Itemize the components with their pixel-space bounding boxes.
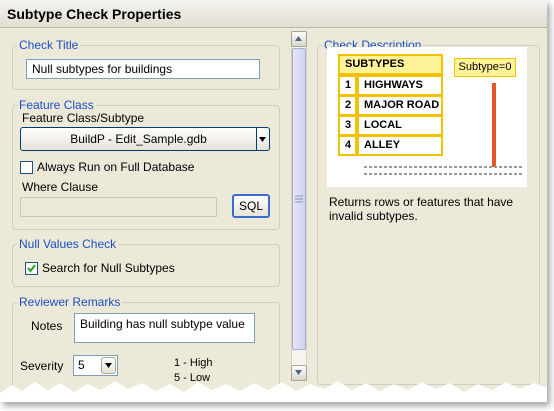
subtype-name-4: ALLEY [357, 135, 443, 156]
check-title-input[interactable] [26, 59, 260, 79]
feature-class-legend: Feature Class [19, 98, 94, 112]
subtype-name-text: ALLEY [364, 139, 401, 151]
torn-edge [0, 381, 547, 402]
subtype-name-3: LOCAL STREETS [357, 115, 443, 148]
subtype-name-2: MAJOR ROAD [357, 95, 443, 116]
severity-high-hint: 1 - High [174, 357, 213, 369]
subtype-code-text: 3 [345, 119, 352, 131]
reviewer-remarks-legend: Reviewer Remarks [19, 295, 121, 309]
sql-button[interactable]: SQL [232, 194, 270, 218]
subtype-name-text: MAJOR ROAD [364, 99, 440, 111]
grip-icon [295, 195, 303, 203]
sql-button-label: SQL [238, 199, 263, 213]
subtype-code-text: 4 [345, 139, 352, 151]
dialog-window: Subtype Check Properties Check Title Fea… [0, 0, 547, 402]
always-run-label: Always Run on Full Database [37, 160, 195, 174]
where-clause-input[interactable] [20, 197, 217, 217]
severity-value: 5 [78, 358, 85, 372]
subtypes-header: SUBTYPES [338, 54, 443, 75]
subtype-code-1: 1 [338, 75, 357, 96]
always-run-checkbox[interactable] [20, 161, 33, 174]
checkmark-icon [27, 264, 36, 273]
subtype-code-text: 1 [345, 79, 352, 91]
notes-input[interactable] [74, 313, 255, 343]
subtype-code-text: 2 [345, 99, 352, 111]
subtypes-header-label: SUBTYPES [345, 58, 405, 70]
null-subtypes-label: Search for Null Subtypes [42, 261, 175, 275]
subtype-code-2: 2 [338, 95, 357, 116]
null-subtypes-checkbox[interactable] [25, 262, 38, 275]
feature-class-dropdown[interactable]: BuildP - Edit_Sample.gdb [20, 127, 257, 151]
check-title-legend: Check Title [19, 38, 79, 52]
scroll-up-button[interactable] [291, 31, 307, 47]
notes-label: Notes [31, 319, 63, 333]
road-graphic [364, 166, 524, 175]
where-clause-label: Where Clause [22, 180, 99, 194]
subtype-name-text: HIGHWAYS [364, 79, 423, 91]
feature-line [492, 83, 496, 167]
subtype-code-3: 3 [338, 115, 357, 136]
subtype-badge: Subtype=0 [454, 58, 516, 77]
feature-class-label: Feature Class/Subtype [22, 111, 145, 125]
description-graphic: SUBTYPES 1 HIGHWAYS 2 MAJOR ROAD 3 LOCAL… [327, 47, 527, 187]
null-values-legend: Null Values Check [19, 237, 117, 251]
subtype-code-4: 4 [338, 135, 357, 156]
triangle-up-icon [295, 36, 302, 41]
title-bar: Subtype Check Properties [0, 0, 547, 28]
subtype-name-1: HIGHWAYS [357, 75, 443, 96]
description-text: Returns rows or features that have inval… [329, 195, 514, 223]
feature-class-dropdown-value: BuildP - Edit_Sample.gdb [70, 132, 207, 146]
feature-class-dropdown-arrow[interactable] [256, 127, 270, 151]
scroll-thumb[interactable] [292, 48, 306, 350]
window-title: Subtype Check Properties [7, 6, 182, 22]
chevron-down-icon [105, 363, 112, 368]
subtype-badge-text: Subtype=0 [458, 61, 512, 73]
chevron-down-icon [259, 137, 266, 142]
